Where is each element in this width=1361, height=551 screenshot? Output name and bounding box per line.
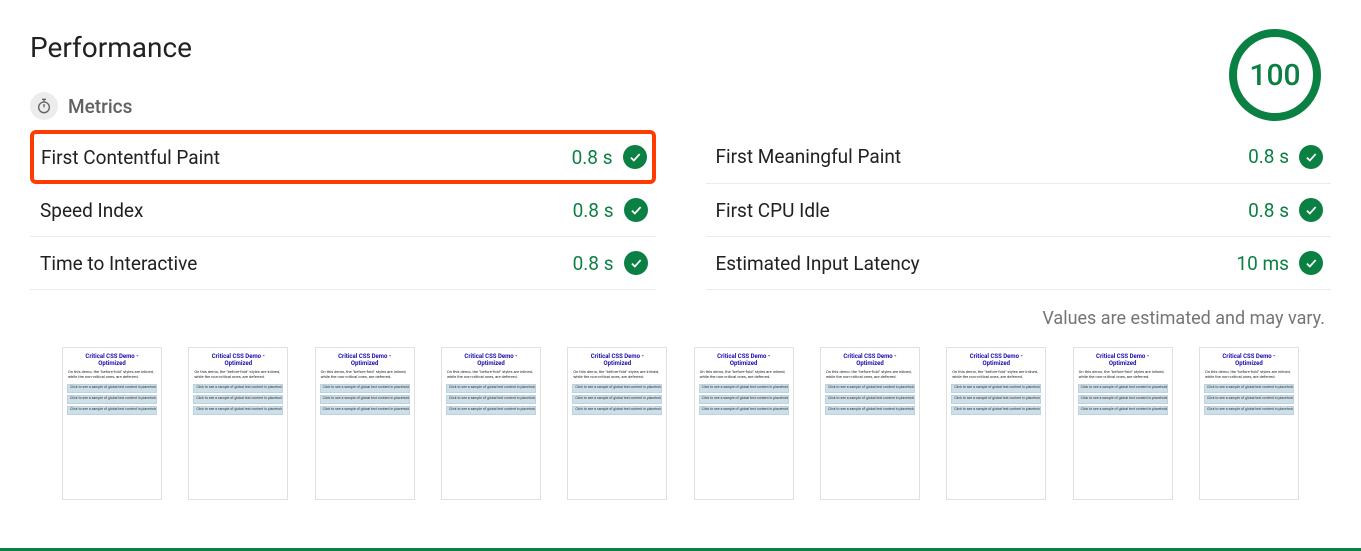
filmstrip-thumbnail[interactable]: Critical CSS Demo - Optimized On this dem… (1073, 347, 1173, 500)
filmstrip-thumbnail[interactable]: Critical CSS Demo - Optimized On this dem… (1199, 347, 1299, 500)
thumb-line: Click to see a sample of global text con… (951, 384, 1041, 393)
metric-value: 0.8 s (1248, 198, 1323, 222)
thumb-line: Click to see a sample of global text con… (951, 395, 1041, 404)
thumb-line: Click to see a sample of global text con… (825, 395, 915, 404)
thumb-line: Click to see a sample of global text con… (572, 395, 662, 404)
check-circle-icon (1299, 251, 1323, 275)
thumb-title: Critical CSS Demo - Optimized (338, 353, 391, 367)
metric-row[interactable]: First Contentful Paint 0.8 s (30, 130, 656, 184)
thumb-line: Click to see a sample of global text con… (825, 384, 915, 393)
page-title: Performance (30, 31, 192, 64)
thumb-title: Critical CSS Demo - Optimized (843, 353, 896, 367)
metrics-section-label: Metrics (68, 95, 132, 118)
thumb-line: Click to see a sample of global text con… (320, 406, 410, 415)
thumb-desc: On this demo, the "before-fold" styles a… (1204, 370, 1294, 380)
thumb-line: Click to see a sample of global text con… (1078, 384, 1168, 393)
thumb-title: Critical CSS Demo - Optimized (1096, 353, 1149, 367)
metric-value: 0.8 s (572, 145, 647, 169)
check-circle-icon (623, 145, 647, 169)
thumb-line: Click to see a sample of global text con… (1078, 406, 1168, 415)
thumb-line: Click to see a sample of global text con… (951, 406, 1041, 415)
filmstrip-thumbnail[interactable]: Critical CSS Demo - Optimized On this dem… (441, 347, 541, 500)
thumb-line: Click to see a sample of global text con… (1204, 406, 1294, 415)
metric-row[interactable]: First Meaningful Paint 0.8 s (706, 130, 1332, 184)
thumb-desc: On this demo, the "before-fold" styles a… (1078, 370, 1168, 380)
filmstrip-thumbnail[interactable]: Critical CSS Demo - Optimized On this dem… (946, 347, 1046, 500)
thumb-line: Click to see a sample of global text con… (193, 406, 283, 415)
thumb-desc: On this demo, the "before-fold" styles a… (572, 370, 662, 380)
filmstrip-thumbnail[interactable]: Critical CSS Demo - Optimized On this dem… (694, 347, 794, 500)
filmstrip-thumbnail[interactable]: Critical CSS Demo - Optimized On this dem… (315, 347, 415, 500)
metric-row[interactable]: First CPU Idle 0.8 s (706, 184, 1332, 237)
thumb-line: Click to see a sample of global text con… (1204, 384, 1294, 393)
thumb-desc: On this demo, the "before-fold" styles a… (320, 370, 410, 380)
thumb-title: Critical CSS Demo - Optimized (1222, 353, 1275, 367)
stopwatch-icon (30, 92, 58, 120)
check-circle-icon (624, 198, 648, 222)
metric-value: 0.8 s (1248, 145, 1323, 169)
thumb-line: Click to see a sample of global text con… (699, 384, 789, 393)
performance-score-value: 100 (1249, 58, 1300, 93)
check-circle-icon (624, 251, 648, 275)
metrics-header: Metrics (30, 92, 192, 120)
thumb-line: Click to see a sample of global text con… (320, 395, 410, 404)
metric-value: 0.8 s (573, 251, 648, 275)
performance-score-gauge: 100 (1229, 29, 1321, 121)
thumb-line: Click to see a sample of global text con… (446, 395, 536, 404)
metric-value: 0.8 s (573, 198, 648, 222)
thumb-line: Click to see a sample of global text con… (193, 384, 283, 393)
metric-value: 10 ms (1236, 251, 1323, 275)
thumb-line: Click to see a sample of global text con… (1204, 395, 1294, 404)
thumb-title: Critical CSS Demo - Optimized (85, 353, 138, 367)
metric-label: First CPU Idle (716, 199, 830, 222)
thumb-line: Click to see a sample of global text con… (699, 395, 789, 404)
thumb-line: Click to see a sample of global text con… (320, 384, 410, 393)
thumb-line: Click to see a sample of global text con… (67, 395, 157, 404)
metrics-grid: First Contentful Paint0.8 sFirst Meaning… (30, 130, 1331, 290)
thumb-title: Critical CSS Demo - Optimized (591, 353, 644, 367)
thumb-line: Click to see a sample of global text con… (825, 406, 915, 415)
filmstrip-thumbnail[interactable]: Critical CSS Demo - Optimized On this dem… (567, 347, 667, 500)
check-circle-icon (1299, 198, 1323, 222)
thumb-title: Critical CSS Demo - Optimized (212, 353, 265, 367)
filmstrip-thumbnail[interactable]: Critical CSS Demo - Optimized On this dem… (820, 347, 920, 500)
metric-label: Speed Index (40, 199, 143, 222)
thumb-desc: On this demo, the "before-fold" styles a… (193, 370, 283, 380)
filmstrip: Critical CSS Demo - Optimized On this dem… (30, 347, 1331, 500)
thumb-line: Click to see a sample of global text con… (572, 384, 662, 393)
metric-row[interactable]: Time to Interactive 0.8 s (30, 237, 656, 290)
thumb-desc: On this demo, the "before-fold" styles a… (446, 370, 536, 380)
thumb-title: Critical CSS Demo - Optimized (717, 353, 770, 367)
thumb-desc: On this demo, the "before-fold" styles a… (699, 370, 789, 380)
check-circle-icon (1299, 145, 1323, 169)
thumb-line: Click to see a sample of global text con… (572, 406, 662, 415)
thumb-line: Click to see a sample of global text con… (446, 384, 536, 393)
metric-row[interactable]: Estimated Input Latency 10 ms (706, 237, 1332, 290)
thumb-title: Critical CSS Demo - Optimized (970, 353, 1023, 367)
metric-label: First Meaningful Paint (716, 145, 902, 168)
thumb-line: Click to see a sample of global text con… (699, 406, 789, 415)
metric-label: Time to Interactive (40, 252, 197, 275)
thumb-line: Click to see a sample of global text con… (67, 406, 157, 415)
metric-label: Estimated Input Latency (716, 252, 920, 275)
thumb-desc: On this demo, the "before-fold" styles a… (825, 370, 915, 380)
thumb-desc: On this demo, the "before-fold" styles a… (951, 370, 1041, 380)
filmstrip-thumbnail[interactable]: Critical CSS Demo - Optimized On this dem… (188, 347, 288, 500)
thumb-line: Click to see a sample of global text con… (193, 395, 283, 404)
thumb-desc: On this demo, the "before-fold" styles a… (67, 370, 157, 380)
thumb-title: Critical CSS Demo - Optimized (464, 353, 517, 367)
metric-label: First Contentful Paint (41, 146, 220, 169)
thumb-line: Click to see a sample of global text con… (1078, 395, 1168, 404)
thumb-line: Click to see a sample of global text con… (67, 384, 157, 393)
thumb-line: Click to see a sample of global text con… (446, 406, 536, 415)
filmstrip-thumbnail[interactable]: Critical CSS Demo - Optimized On this dem… (62, 347, 162, 500)
estimate-note: Values are estimated and may vary. (30, 308, 1325, 329)
metric-row[interactable]: Speed Index 0.8 s (30, 184, 656, 237)
